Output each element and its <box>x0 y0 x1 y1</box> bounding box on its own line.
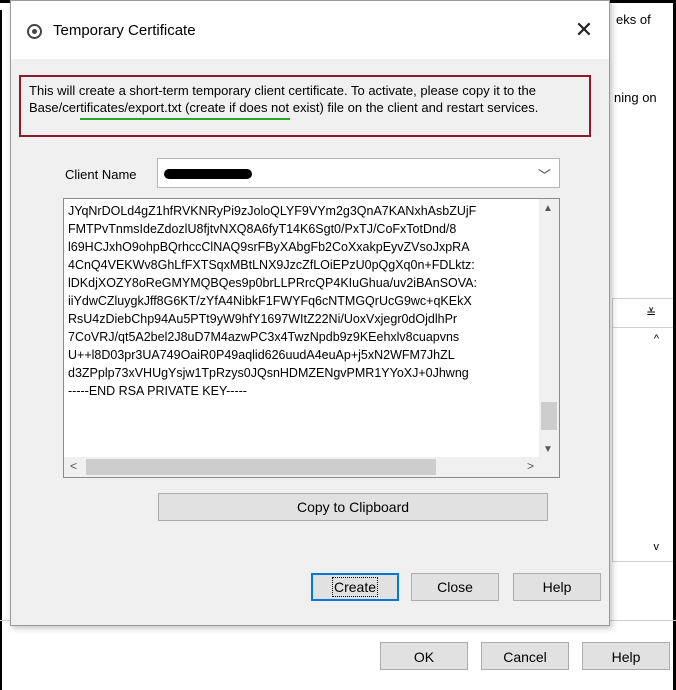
scroll-right-icon[interactable]: > <box>527 459 534 473</box>
ok-button[interactable]: OK <box>380 642 468 670</box>
certificate-text-line: l69HCJxhO9ohpBQrhccClNAQ9srFByXAbgFb2CoX… <box>68 240 470 254</box>
certificate-textarea[interactable]: JYqNrDOLd4gZ1hfRVKNRyPi9zJoloQLYF9VYm2g3… <box>63 198 560 478</box>
create-button[interactable]: Create <box>311 573 399 601</box>
certificate-text-line: lDKdjXOZY8oReGMYMQBQes9p0brLLPRrcQP4KIuG… <box>68 276 477 290</box>
background-pane-header: ≚ <box>613 299 673 328</box>
background-list-pane: ≚ ^ v <box>612 298 673 562</box>
scroll-up-icon[interactable]: ^ <box>654 333 659 345</box>
scrollbar-thumb[interactable] <box>86 459 436 475</box>
certificate-text-line: 4CnQ4VEKWv8GhLfFXTSqxMBtLNX9JzcZfLOiEPzU… <box>68 258 475 272</box>
horizontal-scrollbar[interactable]: < > <box>64 457 540 477</box>
background-text-fragment: ning on <box>614 90 657 105</box>
close-icon[interactable]: ✕ <box>569 15 599 45</box>
background-text-fragment: eks of <box>616 12 651 27</box>
certificate-text-line: RsU4zDiebChp94Au5PTt9yW9hfY1697WItZ22Ni/… <box>68 312 458 326</box>
create-button-label: Create <box>331 577 379 597</box>
certificate-text-line: JYqNrDOLd4gZ1hfRVKNRyPi9zJoloQLYF9VYm2g3… <box>68 204 477 218</box>
client-name-dropdown[interactable]: ﹀ <box>157 158 560 188</box>
close-button[interactable]: Close <box>411 573 499 601</box>
certificate-text-line: U++l8D03pr3UA749OaiR0P49aqlid626uudA4euA… <box>68 348 455 362</box>
copy-to-clipboard-button[interactable]: Copy to Clipboard <box>158 493 548 521</box>
chevron-down-icon[interactable]: ﹀ <box>538 165 551 184</box>
vertical-scrollbar[interactable]: ▲ ▼ <box>539 199 559 457</box>
path-highlight-underline <box>80 118 290 120</box>
background-window-border-left <box>0 10 2 690</box>
certificate-text-line: -----END RSA PRIVATE KEY----- <box>68 384 247 398</box>
temporary-certificate-dialog: Temporary Certificate ✕ This will create… <box>10 0 610 626</box>
dialog-title: Temporary Certificate <box>53 22 196 39</box>
redacted-client-name <box>164 169 252 179</box>
scroll-up-icon[interactable]: ▲ <box>543 203 553 214</box>
scroll-down-icon[interactable]: ▼ <box>543 444 553 455</box>
info-text-part1: This will create a short-term temporary … <box>29 83 536 98</box>
scroll-down-icon[interactable]: v <box>654 541 660 553</box>
cancel-button[interactable]: Cancel <box>481 642 569 670</box>
info-text-part2: (create if does not exist) file on the c… <box>181 100 539 115</box>
certificate-text-line: FMTPvTnmsIdeZdozlU8fjtvNXQ8A6fyT14K6Sgt0… <box>68 222 457 236</box>
dialog-title-bar: Temporary Certificate ✕ <box>11 1 609 59</box>
dialog-help-button[interactable]: Help <box>513 573 601 601</box>
scrollbar-corner <box>539 457 559 477</box>
scrollbar-thumb[interactable] <box>541 402 557 430</box>
certificate-icon <box>27 24 42 39</box>
scroll-left-icon[interactable]: < <box>70 459 77 473</box>
certificate-text-line: iiYdwCZluygkJff8G6KT/zYfA4NibkF1FWYFq6cN… <box>68 294 472 308</box>
collapse-icon[interactable]: ≚ <box>643 305 659 321</box>
info-file-path: Base/certificates/export.txt <box>29 100 182 115</box>
info-message-box: This will create a short-term temporary … <box>19 75 591 137</box>
help-button[interactable]: Help <box>582 642 670 670</box>
certificate-text: JYqNrDOLd4gZ1hfRVKNRyPi9zJoloQLYF9VYm2g3… <box>68 202 528 400</box>
certificate-text-line: d3ZPplp73xVHUgYsjw1TpRzys0JQsnHDMZENgvPM… <box>68 366 469 380</box>
client-name-label: Client Name <box>65 167 137 182</box>
certificate-text-line: 7CoVRJ/qt5A2bel2J8uD7M4azwPC3x4TwzNpdb9z… <box>68 330 460 344</box>
